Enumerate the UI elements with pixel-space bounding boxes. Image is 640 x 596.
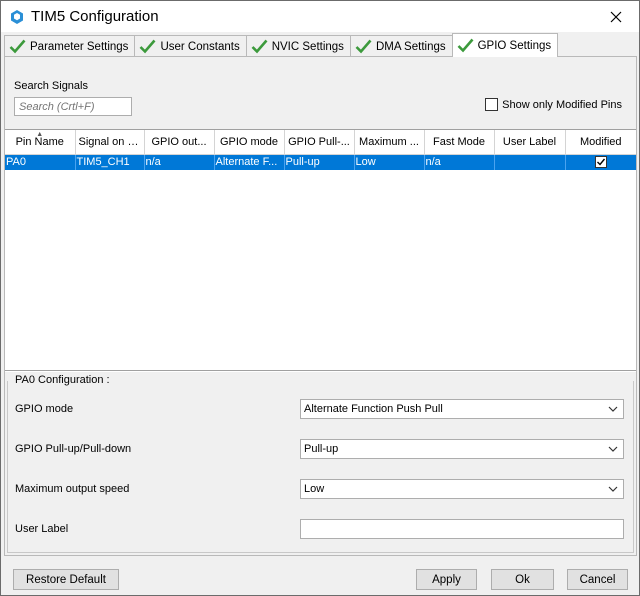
maximum-output-speed-value: Low (304, 483, 325, 495)
check-mark-icon (596, 158, 605, 166)
cell-gpio-output-level: n/a (144, 154, 215, 170)
maximum-output-speed-label: Maximum output speed (15, 483, 130, 495)
modified-checkbox[interactable] (594, 156, 607, 169)
tab-label: NVIC Settings (271, 40, 344, 53)
ok-button[interactable]: Ok (491, 569, 554, 590)
column-header-maximum-output-speed[interactable]: Maximum ... (354, 130, 425, 155)
sort-ascending-icon: ▲ (36, 131, 44, 138)
apply-button[interactable]: Apply (416, 569, 477, 590)
tab-gpio-settings[interactable]: GPIO Settings (451, 33, 559, 57)
tab-nvic-settings[interactable]: NVIC Settings (245, 35, 351, 57)
show-only-modified-label: Show only Modified Pins (502, 98, 622, 111)
restore-default-button[interactable]: Restore Default (13, 569, 119, 590)
gpio-pull-select[interactable]: Pull-up (300, 439, 624, 459)
green-check-icon (9, 39, 26, 54)
column-header-pin-name[interactable]: ▲ Pin Name (5, 130, 76, 155)
column-header-user-label[interactable]: User Label (494, 130, 566, 155)
cell-maximum-output-speed: Low (354, 154, 425, 170)
chevron-down-icon (608, 486, 618, 492)
cell-gpio-pull: Pull-up (284, 154, 355, 170)
table-header-row: ▲ Pin Name Signal on Pin GPIO out... GPIO… (5, 130, 636, 155)
close-button[interactable] (593, 1, 639, 32)
chevron-down-icon (608, 446, 618, 452)
pin-configuration-title: PA0 Configuration : (13, 374, 112, 386)
pin-signal-table: ▲ Pin Name Signal on Pin GPIO out... GPIO… (5, 129, 636, 371)
cancel-button[interactable]: Cancel (567, 569, 628, 590)
cell-modified (565, 154, 636, 170)
show-only-modified-checkbox[interactable]: Show only Modified Pins (485, 98, 622, 111)
cube-app-icon (9, 9, 25, 25)
column-header-modified[interactable]: Modified (565, 130, 636, 155)
column-header-gpio-pull[interactable]: GPIO Pull-... (284, 130, 355, 155)
tab-label: DMA Settings (375, 40, 446, 53)
chevron-down-icon (608, 406, 618, 412)
gpio-mode-value: Alternate Function Push Pull (304, 403, 443, 415)
column-header-signal-on-pin[interactable]: Signal on Pin (75, 130, 145, 155)
user-label-input[interactable] (300, 519, 624, 539)
tab-label: Parameter Settings (30, 40, 129, 53)
green-check-icon (355, 39, 372, 54)
search-signals-label: Search Signals (14, 80, 88, 92)
tab-label: GPIO Settings (477, 39, 552, 52)
table-row[interactable]: PA0 TIM5_CH1 n/a Alternate F... Pull-up … (5, 154, 636, 170)
maximum-output-speed-select[interactable]: Low (300, 479, 624, 499)
tim5-configuration-dialog: TIM5 Configuration Parameter Settings Us… (0, 0, 640, 596)
tab-strip: Parameter Settings User Constants NVIC S… (4, 33, 559, 57)
green-check-icon (140, 39, 156, 54)
search-signals-input[interactable] (14, 97, 132, 116)
close-icon (610, 11, 622, 22)
column-header-gpio-output-level[interactable]: GPIO out... (144, 130, 215, 155)
gpio-settings-panel: Search Signals Show only Modified Pins ▲… (4, 56, 637, 556)
window-title: TIM5 Configuration (31, 8, 159, 25)
pin-configuration-section: PA0 Configuration : GPIO mode Alternate … (5, 371, 636, 555)
gpio-pull-value: Pull-up (304, 443, 339, 455)
tab-label: User Constants (160, 40, 240, 53)
checkbox-box[interactable] (485, 98, 499, 111)
gpio-pull-label: GPIO Pull-up/Pull-down (15, 443, 132, 455)
user-label-label: User Label (15, 523, 69, 535)
cell-signal-on-pin: TIM5_CH1 (75, 154, 145, 170)
cell-user-label (494, 154, 566, 170)
green-check-icon (251, 39, 268, 54)
tab-dma-settings[interactable]: DMA Settings (349, 35, 453, 57)
cell-fast-mode: n/a (424, 154, 495, 170)
title-bar: TIM5 Configuration (1, 1, 639, 32)
column-header-fast-mode[interactable]: Fast Mode (424, 130, 495, 155)
cell-gpio-mode: Alternate F... (214, 154, 285, 170)
green-check-icon (457, 38, 474, 53)
cell-pin-name: PA0 (5, 154, 76, 170)
gpio-mode-label: GPIO mode (15, 403, 74, 415)
tab-user-constants[interactable]: User Constants (134, 35, 247, 57)
column-header-gpio-mode[interactable]: GPIO mode (214, 130, 285, 155)
gpio-mode-select[interactable]: Alternate Function Push Pull (300, 399, 624, 419)
tab-parameter-settings[interactable]: Parameter Settings (4, 35, 136, 57)
